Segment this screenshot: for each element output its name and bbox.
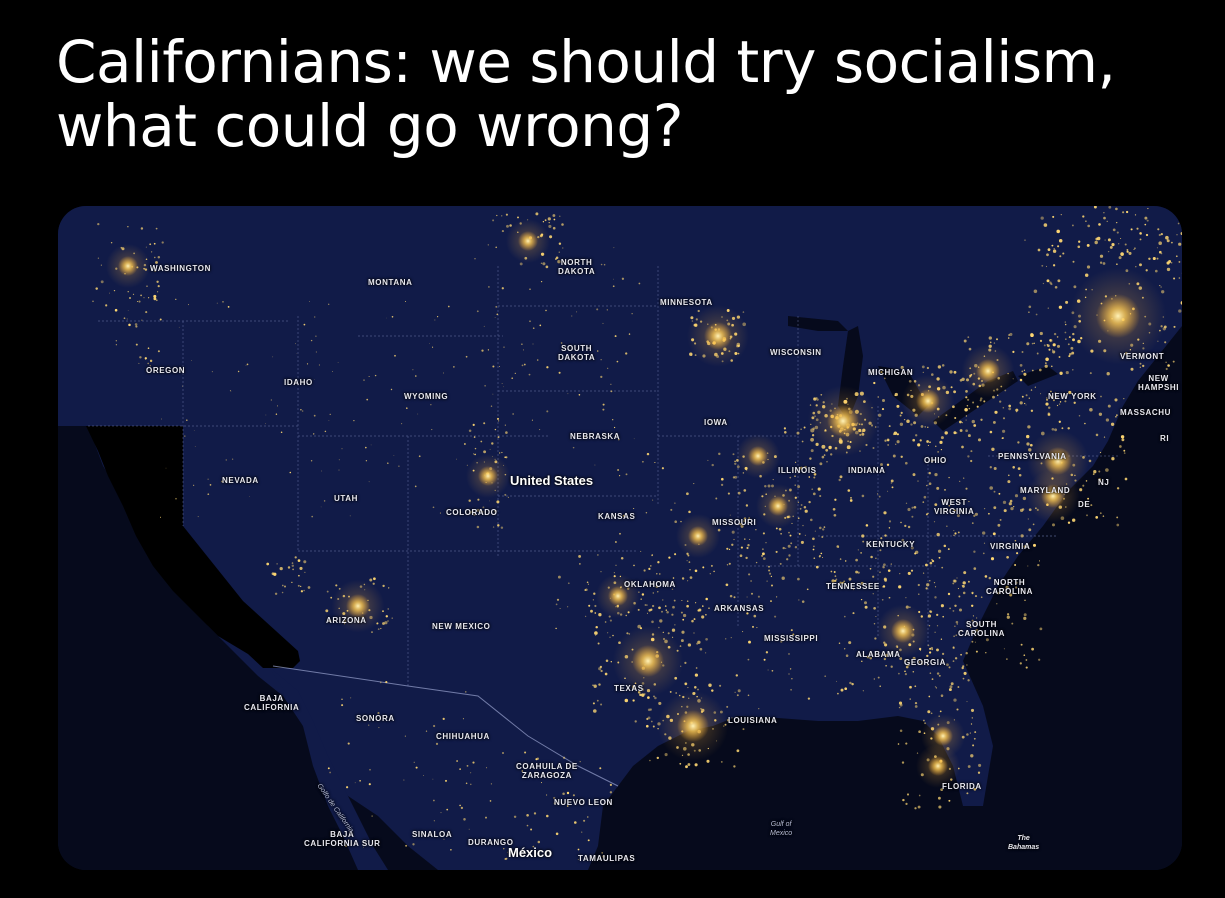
label-new-hampshire: NEW HAMPSHI [1138,374,1180,392]
label-gulf-of-mexico: Gulf of Mexico [770,821,793,837]
label-nebraska: NEBRASKA [570,432,621,441]
label-utah: UTAH [334,494,359,503]
label-nuevo-leon: NUEVO LEON [554,798,613,807]
label-wisconsin: WISCONSIN [770,348,822,357]
label-country-mexico: México [508,845,553,860]
label-florida: FLORIDA [942,782,982,791]
label-vermont: VERMONT [1120,352,1165,361]
label-alabama: ALABAMA [856,650,901,659]
label-missouri: MISSOURI [712,518,757,527]
label-minnesota: MINNESOTA [660,298,713,307]
label-colorado: COLORADO [446,508,498,517]
label-idaho: IDAHO [284,378,313,387]
label-virginia: VIRGINIA [990,542,1031,551]
label-coahuila: COAHUILA DE ZARAGOZA [516,762,578,780]
label-arizona: ARIZONA [326,616,367,625]
label-country-us: United States [510,473,594,488]
label-louisiana: LOUISIANA [728,716,778,725]
label-ri: RI [1160,434,1170,443]
label-south-dakota: SOUTH DAKOTA [558,344,596,362]
label-kentucky: KENTUCKY [866,540,916,549]
label-washington: WASHINGTON [150,264,211,273]
label-sinaloa: SINALOA [412,830,453,839]
label-oregon: OREGON [146,366,186,375]
label-pennsylvania: PENNSYLVANIA [998,452,1067,461]
meme-caption: Californians: we should try socialism, w… [56,28,1116,160]
label-arkansas: ARKANSAS [714,604,765,613]
label-nevada: NEVADA [222,476,259,485]
label-indiana: INDIANA [848,466,886,475]
label-mississippi: MISSISSIPPI [764,634,819,643]
label-west-virginia: WEST VIRGINIA [934,498,975,516]
us-night-lights-map: WASHINGTON MONTANA NORTH DAKOTA MINNESOT… [58,206,1182,870]
map-canvas [58,206,1182,870]
label-north-carolina: NORTH CAROLINA [986,578,1034,596]
label-michigan: MICHIGAN [868,368,914,377]
label-new-york: NEW YORK [1048,392,1097,401]
label-oklahoma: OKLAHOMA [624,580,676,589]
label-baja-california: BAJA CALIFORNIA [244,694,300,712]
label-wyoming: WYOMING [404,392,449,401]
label-south-carolina: SOUTH CAROLINA [958,620,1006,638]
label-maryland: MARYLAND [1020,486,1071,495]
label-baja-california-sur: BAJA CALIFORNIA SUR [304,830,381,848]
label-nj: NJ [1098,478,1110,487]
label-massachusetts: MASSACHU [1120,408,1172,417]
label-de: DE [1078,500,1091,509]
label-iowa: IOWA [704,418,728,427]
label-chihuahua: CHIHUAHUA [436,732,490,741]
label-new-mexico: NEW MEXICO [432,622,491,631]
label-ohio: OHIO [924,456,947,465]
label-sonora: SONORA [356,714,395,723]
label-illinois: ILLINOIS [778,466,817,475]
label-bahamas: The Bahamas [1008,835,1040,851]
label-georgia: GEORGIA [904,658,946,667]
label-north-dakota: NORTH DAKOTA [558,258,596,276]
label-tamaulipas: TAMAULIPAS [578,854,636,863]
label-tennessee: TENNESSEE [826,582,880,591]
label-kansas: KANSAS [598,512,636,521]
label-durango: DURANGO [468,838,514,847]
label-montana: MONTANA [368,278,413,287]
label-texas: TEXAS [614,684,644,693]
